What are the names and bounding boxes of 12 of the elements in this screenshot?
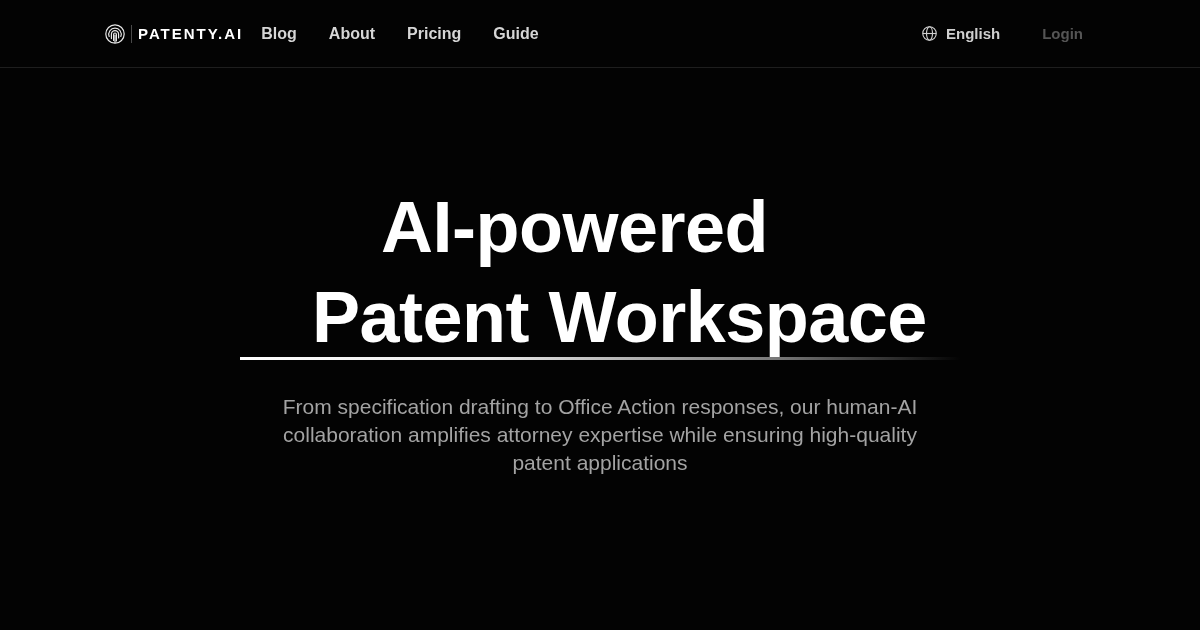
fingerprint-logo-icon (105, 23, 125, 44)
nav-link[interactable]: Blog (261, 24, 297, 43)
logo-link[interactable]: PATENTY.AI (105, 23, 244, 44)
logo-wordmark: PATENTY.AI (138, 25, 244, 42)
globe-icon (922, 26, 937, 41)
nav-link[interactable]: Pricing (407, 24, 462, 43)
nav-link[interactable]: About (328, 24, 376, 43)
nav-link[interactable]: Guide (493, 24, 539, 43)
hero-headline: AI-powered (381, 187, 769, 267)
language-selector[interactable]: English (922, 19, 1001, 48)
hero-headline: Patent Workspace (312, 277, 927, 357)
hero-subtitle: From specification drafting to Office Action responses, our human-AI collaboration amplifies attorney expertise while ensuring high-quality patent applications (281, 394, 919, 476)
